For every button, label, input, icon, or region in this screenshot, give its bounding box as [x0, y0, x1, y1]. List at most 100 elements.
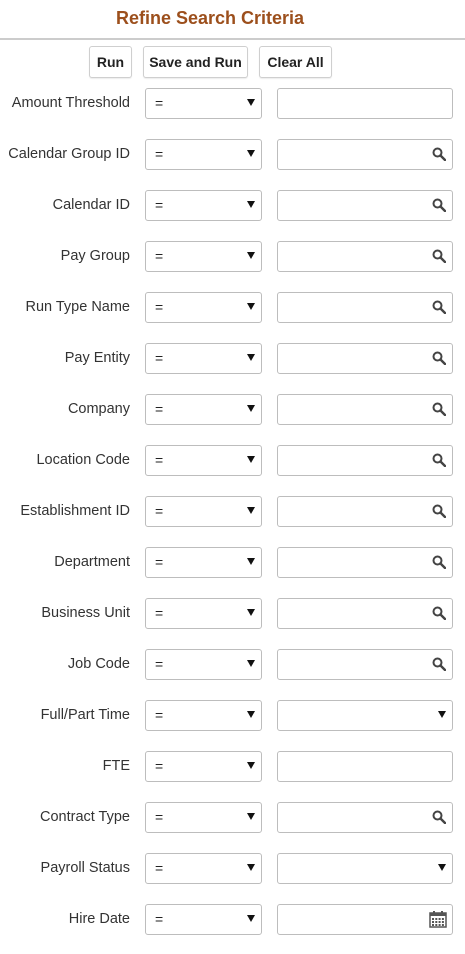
- operator-select-fte[interactable]: =: [145, 751, 262, 782]
- chevron-down-icon: [247, 813, 255, 820]
- chevron-down-icon: [247, 252, 255, 259]
- operator-select-business-unit[interactable]: =: [145, 598, 262, 629]
- chevron-down-icon: [247, 507, 255, 514]
- search-icon[interactable]: [432, 402, 446, 416]
- criteria-label-job-code: Job Code: [67, 656, 130, 672]
- operator-select-run-type-name[interactable]: =: [145, 292, 262, 323]
- operator-select-pay-entity[interactable]: =: [145, 343, 262, 374]
- operator-value: =: [155, 860, 164, 876]
- value-field-location-code[interactable]: [277, 445, 453, 476]
- search-icon[interactable]: [432, 351, 446, 365]
- criteria-label-establishment-id: Establishment ID: [20, 503, 130, 519]
- search-icon[interactable]: [432, 657, 446, 671]
- search-icon[interactable]: [432, 810, 446, 824]
- criteria-row-run-type-name: Run Type Name =: [0, 291, 465, 342]
- operator-value: =: [155, 401, 164, 417]
- criteria-row-calendar-group-id: Calendar Group ID =: [0, 138, 465, 189]
- chevron-down-icon: [247, 201, 255, 208]
- chevron-down-icon: [247, 864, 255, 871]
- operator-select-department[interactable]: =: [145, 547, 262, 578]
- search-icon[interactable]: [432, 504, 446, 518]
- criteria-row-department: Department =: [0, 546, 465, 597]
- criteria-row-calendar-id: Calendar ID =: [0, 189, 465, 240]
- chevron-down-icon: [247, 150, 255, 157]
- operator-select-payroll-status[interactable]: =: [145, 853, 262, 884]
- criteria-row-pay-entity: Pay Entity =: [0, 342, 465, 393]
- criteria-label-company: Company: [67, 401, 130, 417]
- criteria-row-full-part-time: Full/Part Time =: [0, 699, 465, 750]
- criteria-label-amount-threshold: Amount Threshold: [11, 95, 130, 111]
- value-field-pay-entity[interactable]: [277, 343, 453, 374]
- criteria-list: Amount Threshold = Calendar Group ID = Calen…: [0, 87, 465, 954]
- value-field-business-unit[interactable]: [277, 598, 453, 629]
- toolbar: Run Save and Run Clear All: [0, 46, 465, 80]
- criteria-row-establishment-id: Establishment ID =: [0, 495, 465, 546]
- operator-select-amount-threshold[interactable]: =: [145, 88, 262, 119]
- criteria-label-full-part-time: Full/Part Time: [40, 707, 130, 723]
- operator-select-calendar-id[interactable]: =: [145, 190, 262, 221]
- criteria-row-job-code: Job Code =: [0, 648, 465, 699]
- criteria-row-pay-group: Pay Group =: [0, 240, 465, 291]
- criteria-row-company: Company =: [0, 393, 465, 444]
- chevron-down-icon: [247, 303, 255, 310]
- value-field-establishment-id[interactable]: [277, 496, 453, 527]
- value-select-payroll-status[interactable]: [277, 853, 453, 884]
- value-field-job-code[interactable]: [277, 649, 453, 680]
- value-field-pay-group[interactable]: [277, 241, 453, 272]
- page-title: Refine Search Criteria: [115, 8, 305, 28]
- chevron-down-icon: [247, 99, 255, 106]
- value-field-company[interactable]: [277, 394, 453, 425]
- value-field-contract-type[interactable]: [277, 802, 453, 833]
- search-icon[interactable]: [432, 453, 446, 467]
- criteria-row-fte: FTE =: [0, 750, 465, 801]
- operator-value: =: [155, 452, 164, 468]
- operator-value: =: [155, 299, 164, 315]
- criteria-label-location-code: Location Code: [36, 452, 130, 468]
- value-select-full-part-time[interactable]: [277, 700, 453, 731]
- value-field-run-type-name[interactable]: [277, 292, 453, 323]
- search-icon[interactable]: [432, 606, 446, 620]
- value-field-amount-threshold[interactable]: [277, 88, 453, 119]
- value-field-calendar-id[interactable]: [277, 190, 453, 221]
- criteria-label-business-unit: Business Unit: [41, 605, 130, 621]
- operator-value: =: [155, 656, 164, 672]
- chevron-down-icon: [247, 354, 255, 361]
- operator-select-establishment-id[interactable]: =: [145, 496, 262, 527]
- clear-all-button[interactable]: Clear All: [259, 46, 332, 78]
- operator-value: =: [155, 554, 164, 570]
- criteria-row-location-code: Location Code =: [0, 444, 465, 495]
- criteria-label-department: Department: [54, 554, 130, 570]
- search-icon[interactable]: [432, 300, 446, 314]
- search-icon[interactable]: [432, 147, 446, 161]
- save-and-run-button[interactable]: Save and Run: [143, 46, 248, 78]
- calendar-icon[interactable]: [429, 910, 447, 928]
- chevron-down-icon: [247, 609, 255, 616]
- criteria-label-pay-entity: Pay Entity: [64, 350, 130, 366]
- search-icon[interactable]: [432, 249, 446, 263]
- operator-select-calendar-group-id[interactable]: =: [145, 139, 262, 170]
- run-button[interactable]: Run: [89, 46, 132, 78]
- operator-select-hire-date[interactable]: =: [145, 904, 262, 935]
- value-field-hire-date[interactable]: [277, 904, 453, 935]
- operator-value: =: [155, 707, 164, 723]
- operator-select-company[interactable]: =: [145, 394, 262, 425]
- criteria-label-fte: FTE: [102, 758, 130, 774]
- chevron-down-icon: [438, 711, 446, 718]
- search-icon[interactable]: [432, 555, 446, 569]
- operator-select-contract-type[interactable]: =: [145, 802, 262, 833]
- operator-select-location-code[interactable]: =: [145, 445, 262, 476]
- criteria-row-amount-threshold: Amount Threshold =: [0, 87, 465, 138]
- operator-select-job-code[interactable]: =: [145, 649, 262, 680]
- chevron-down-icon: [247, 456, 255, 463]
- search-icon[interactable]: [432, 198, 446, 212]
- operator-select-pay-group[interactable]: =: [145, 241, 262, 272]
- chevron-down-icon: [247, 405, 255, 412]
- criteria-row-payroll-status: Payroll Status =: [0, 852, 465, 903]
- operator-select-full-part-time[interactable]: =: [145, 700, 262, 731]
- chevron-down-icon: [247, 711, 255, 718]
- value-field-fte[interactable]: [277, 751, 453, 782]
- value-field-calendar-group-id[interactable]: [277, 139, 453, 170]
- criteria-label-hire-date: Hire Date: [68, 911, 130, 927]
- value-field-department[interactable]: [277, 547, 453, 578]
- chevron-down-icon: [247, 660, 255, 667]
